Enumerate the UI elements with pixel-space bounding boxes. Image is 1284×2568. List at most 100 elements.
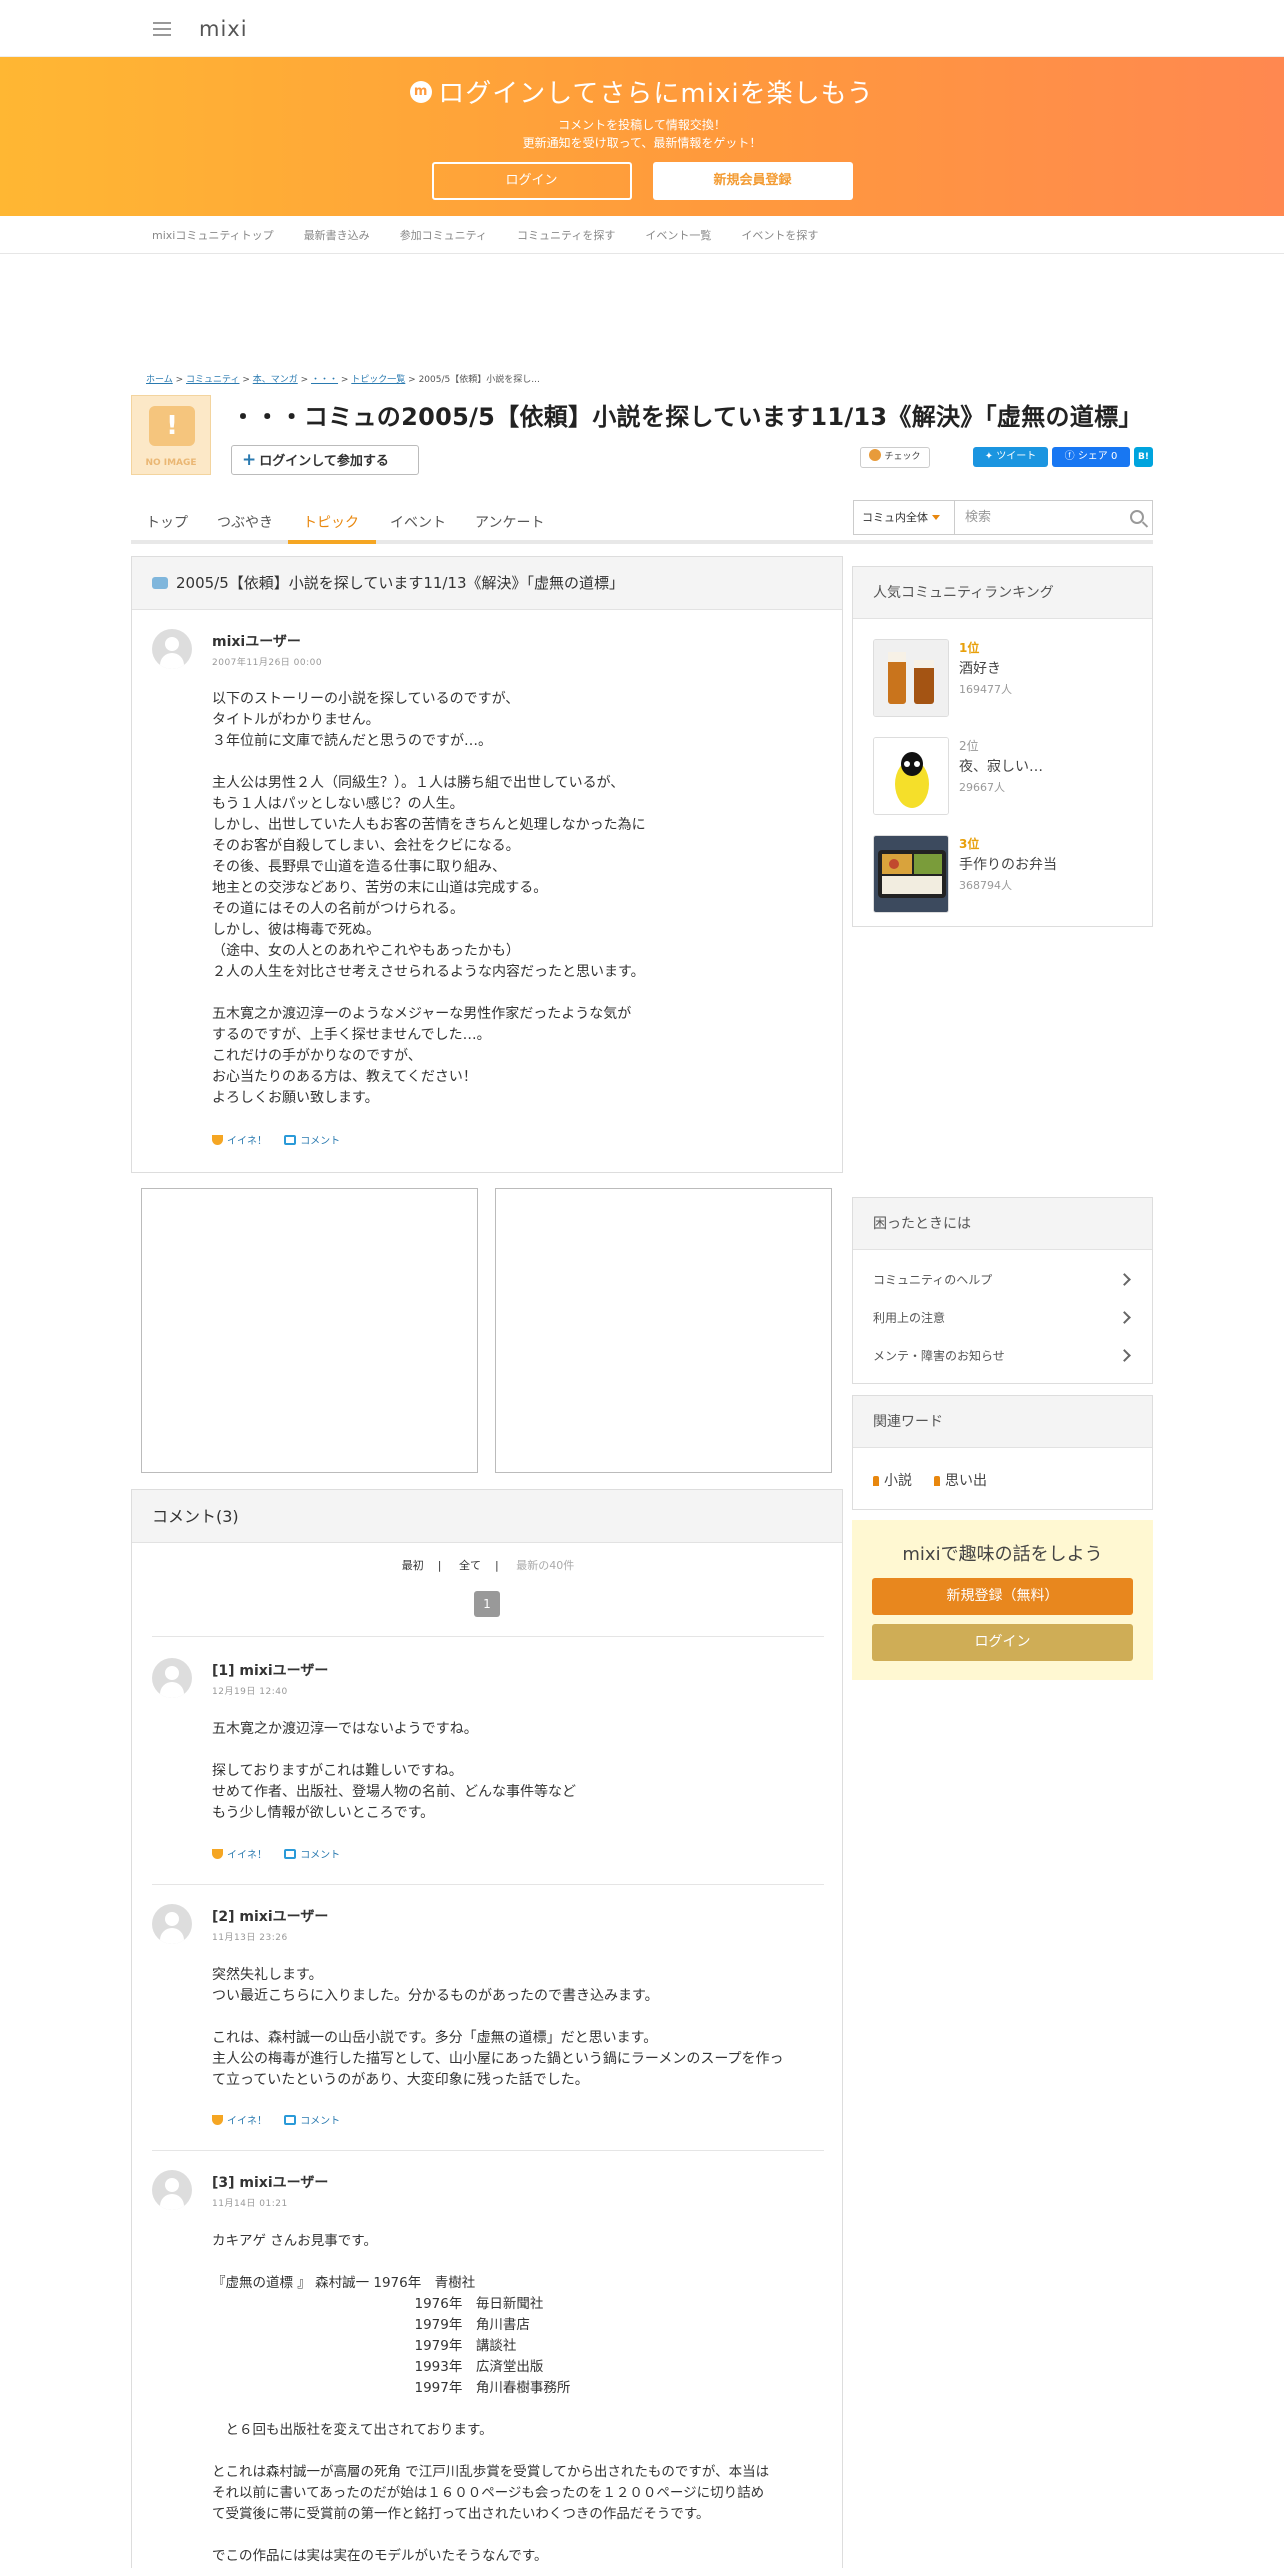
comment-date: 11月13日 23:26 [212,1933,288,1943]
breadcrumb-genre[interactable]: 本、マンガ [253,375,298,385]
help-link-maintenance[interactable]: メンテ・障害のお知らせ [873,1347,1133,1364]
comment-button[interactable]: コメント [284,2115,340,2127]
pager-all[interactable]: 全て [459,1559,481,1572]
no-image-icon: ! [149,406,195,446]
mixi-chat-icon: m [410,80,433,103]
like-button[interactable]: イイネ！ [212,1849,267,1861]
tweet-button[interactable]: ✦ ツイート [973,447,1048,467]
mixi-logo[interactable]: mixi [199,17,248,41]
banner-login-button[interactable]: ログイン [431,162,632,200]
comment-author[interactable]: [1] mixiユーザー [212,1660,328,1680]
ranking-box: 人気コミュニティランキング 1位 酒好き 169477人 2位 夜、寂しい… 29667… [852,566,1153,927]
subnav-event-list[interactable]: イベント一覧 [645,227,711,243]
subnav-latest-posts[interactable]: 最新書き込み [304,227,370,243]
promo-register-button[interactable]: 新規登録（無料） [872,1578,1133,1615]
menu-icon[interactable] [153,21,171,36]
comment-author[interactable]: [3] mixiユーザー [212,2172,328,2192]
pager-first[interactable]: 最初 [402,1559,424,1572]
ranking-header: 人気コミュニティランキング [853,567,1152,619]
topic-box: 2005/5【依頼】小説を探しています11/13《解決》「虚無の道標」 mixi… [131,556,843,1173]
comments-header: コメント(3) [132,1490,842,1543]
ranking-item[interactable]: 2位 夜、寂しい… 29667人 [873,737,1113,815]
banner-subtext: コメントを投稿して情報交換！ 更新通知を受け取って、最新情報をゲット！ [522,118,762,150]
comment-date: 11月14日 01:21 [212,2199,288,2209]
crown-icon [212,2115,223,2125]
topic-header: 2005/5【依頼】小説を探しています11/13《解決》「虚無の道標」 [132,557,842,610]
comments-pager: 最初 | 全て | 最新の40件 [401,1559,575,1572]
search-icon[interactable] [1130,510,1144,524]
subnav-joined-communities[interactable]: 参加コミュニティ [400,227,487,243]
keyword-link[interactable]: 小説 [873,1470,912,1490]
comment-button[interactable]: コメント [284,1849,340,1861]
promo-title: mixiで趣味の話をしよう [902,1544,1103,1565]
avatar[interactable] [152,1658,192,1698]
pin-icon [934,1476,940,1486]
help-link-terms[interactable]: 利用上の注意 [873,1309,1133,1326]
ranking-item[interactable]: 3位 手作りのお弁当 368794人 [873,835,1113,913]
tab-tsubuyaki[interactable]: つぶやき [217,512,273,532]
avatar[interactable] [152,2170,192,2210]
page-title: ・・・コミュの2005/5【依頼】小説を探しています11/13《解決》「虚無の道… [231,403,1143,431]
facebook-icon: ⓕ [1064,451,1078,462]
breadcrumb-current: 2005/5【依頼】小説を探し... [418,375,540,385]
promo-login-button[interactable]: ログイン [872,1624,1133,1661]
comment-date: 12月19日 12:40 [212,1687,288,1697]
community-image[interactable]: ! NO IMAGE [131,395,211,475]
avatar[interactable] [152,1904,192,1944]
community-tabs: トップ つぶやき トピック イベント アンケート コミュ内全体 検索 [131,500,1153,544]
login-banner: m ログインしてさらにmixiを楽しもう コメントを投稿して情報交換！ 更新通知を… [0,57,1284,216]
comment-button[interactable]: コメント [284,1135,340,1147]
search-scope-select[interactable]: コミュ内全体 [853,500,956,535]
topic-icon [152,577,168,589]
subnav-community-top[interactable]: mixiコミュニティトップ [152,227,274,243]
help-link-community[interactable]: コミュニティのヘルプ [873,1271,1133,1288]
topic-author[interactable]: mixiユーザー [212,631,301,651]
breadcrumb-home[interactable]: ホーム [146,375,173,385]
help-header: 困ったときには [853,1198,1152,1250]
comment-body: 五木寛之か渡辺淳一ではないようですね。 探しておりますがこれは難しいですね。 せ… [212,1721,576,1821]
avatar[interactable] [152,629,192,669]
subnav-find-community[interactable]: コミュニティを探す [517,227,615,243]
hatena-bookmark-button[interactable]: B! [1134,447,1153,467]
banner-register-button[interactable]: 新規会員登録 [652,162,853,200]
ad-slot-left [141,1188,478,1473]
like-button[interactable]: イイネ！ [212,1135,267,1147]
keywords-header: 関連ワード [853,1396,1152,1448]
search-input[interactable]: 検索 [954,500,1153,535]
comment-body: カキアゲ さんお見事です。 『虚無の道標 』 森村誠一 1976年 青樹社 19… [212,2233,770,2564]
divider [152,2150,824,2151]
ranking-thumbnail-bento [873,835,949,913]
banner-title: m ログインしてさらにmixiを楽しもう [0,57,1284,110]
breadcrumb-topics[interactable]: トピック一覧 [351,375,405,385]
ranking-thumbnail-beer [873,639,949,717]
comments-box: コメント(3) 最初 | 全て | 最新の40件 1 [1] mixiユーザー 12… [131,1489,843,2568]
breadcrumb-comm[interactable]: ・・・ [311,375,338,385]
topic-date: 2007年11月26日 00:00 [212,658,323,668]
plus-icon: + [242,450,257,470]
pin-icon [873,1476,879,1486]
join-button[interactable]: + ログインして参加する [231,445,419,475]
tab-survey[interactable]: アンケート [475,512,544,532]
check-button[interactable]: チェック [860,447,930,468]
active-tab-indicator [288,540,376,544]
subnav-find-event[interactable]: イベントを探す [741,227,818,243]
facebook-share-button[interactable]: ⓕ シェア 0 [1052,447,1130,467]
page-number-button[interactable]: 1 [474,1591,500,1617]
ad-slot-right [495,1188,832,1473]
comment-body: 突然失礼します。 つい最近こちらに入りました。分かるものがあったので書き込みます… [212,1967,784,2088]
chevron-down-icon [932,515,940,520]
ranking-item[interactable]: 1位 酒好き 169477人 [873,639,1113,717]
like-button[interactable]: イイネ！ [212,2115,267,2127]
comment-author[interactable]: [2] mixiユーザー [212,1906,328,1926]
tab-event[interactable]: イベント [390,512,446,532]
tab-top[interactable]: トップ [146,512,188,532]
divider [152,1636,824,1637]
comment-icon [284,2115,297,2125]
signup-promo: mixiで趣味の話をしよう 新規登録（無料） ログイン [852,1520,1153,1680]
tab-topic[interactable]: トピック [303,512,359,532]
topic-body: 以下のストーリーの小説を探しているのですが、 タイトルがわかりません。 ３年位前… [212,691,646,1106]
breadcrumb-community[interactable]: コミュニティ [186,375,239,385]
community-header: ! NO IMAGE ・・・コミュの2005/5【依頼】小説を探しています11/… [131,395,1153,475]
crown-icon [212,1135,223,1145]
keyword-link[interactable]: 思い出 [934,1470,987,1490]
